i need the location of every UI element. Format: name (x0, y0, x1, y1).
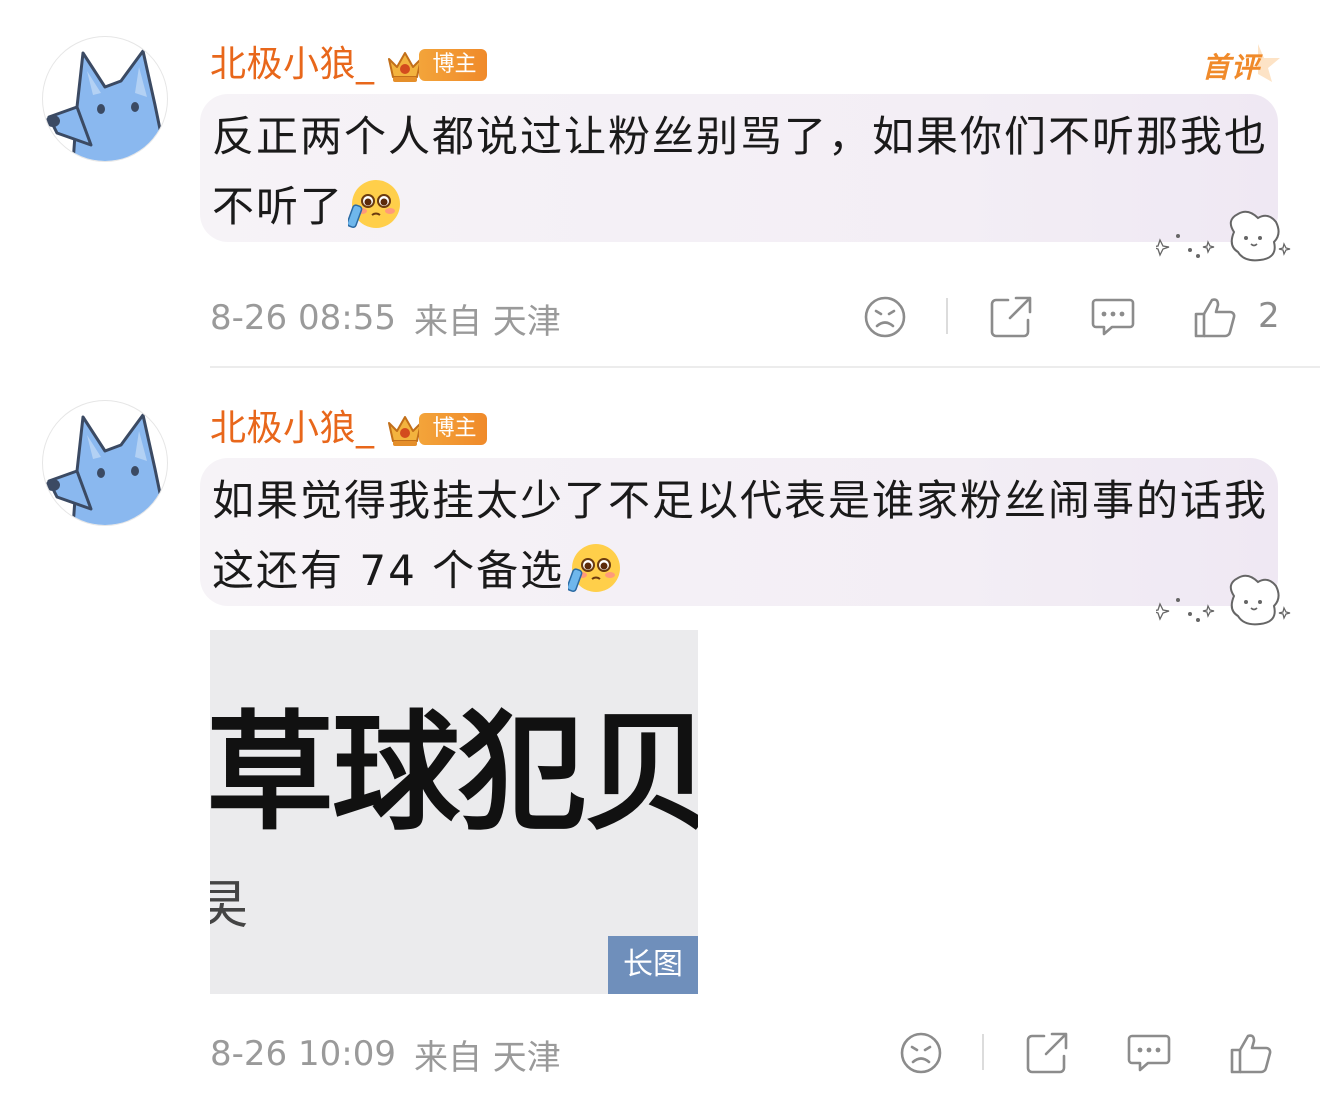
user-row: 北极小狼_ 博主 (210, 40, 487, 90)
username[interactable]: 北极小狼_ (210, 404, 375, 454)
user-row: 北极小狼_ 博主 (210, 404, 487, 454)
like-count: 2 (1258, 296, 1280, 336)
avatar[interactable] (42, 36, 168, 162)
timestamp: 8-26 08:55 (210, 298, 396, 338)
comment-text: 反正两个人都说过让粉丝别骂了，如果你们不听那我也不听了 (212, 102, 1272, 242)
action-divider (946, 298, 948, 334)
share-icon[interactable] (1024, 1030, 1070, 1076)
location: 来自 天津 (413, 1037, 561, 1078)
comment-bubble: 反正两个人都说过让粉丝别骂了，如果你们不听那我也不听了 (200, 94, 1291, 262)
like-thumb-icon[interactable] (1228, 1030, 1274, 1076)
comment-item: 北极小狼_ 博主 如果觉得我挂太少了不足以代表是谁家粉丝闹事的话我这还有 74 … (0, 368, 1320, 1102)
comment-list: 北极小狼_ 博主 首评 反正两个人都说过让粉丝别骂了，如果你们不听那我也不听了 (0, 0, 1320, 1102)
comment-item: 北极小狼_ 博主 首评 反正两个人都说过让粉丝别骂了，如果你们不听那我也不听了 (0, 0, 1320, 368)
comment-text-content: 如果觉得我挂太少了不足以代表是谁家粉丝闹事的话我这还有 74 个备选 (212, 476, 1269, 595)
badge-label: 博主 (418, 413, 487, 445)
action-divider (982, 1034, 984, 1070)
comment-actions (898, 1028, 1282, 1078)
comment-bubble: 如果觉得我挂太少了不足以代表是谁家粉丝闹事的话我这还有 74 个备选 (200, 458, 1291, 626)
share-icon[interactable] (988, 294, 1034, 340)
bear-sticker-icon (1156, 210, 1291, 262)
comment-icon[interactable] (1090, 294, 1136, 340)
first-comment-label: 首评 (1202, 51, 1261, 84)
comment-icon[interactable] (1126, 1030, 1172, 1076)
timestamp: 8-26 10:09 (210, 1034, 396, 1074)
image-caption-text: 草球犯贝 (210, 699, 698, 848)
bear-sticker-icon (1156, 574, 1291, 626)
comment-image[interactable]: 草球犯贝 旲 长图 (210, 630, 698, 994)
comment-meta: 8-26 10:09 来自 天津 (210, 1032, 561, 1078)
long-image-tag: 长图 (608, 936, 698, 994)
comment-actions: 2 (862, 292, 1282, 342)
comment-meta: 8-26 08:55 来自 天津 (210, 296, 561, 342)
image-secondary-text: 旲 (210, 876, 249, 936)
like-thumb-icon[interactable] (1192, 294, 1238, 340)
blogger-badge: 博主 (385, 45, 487, 85)
dislike-face-icon[interactable] (898, 1030, 944, 1076)
dislike-face-icon[interactable] (862, 294, 908, 340)
badge-label: 博主 (418, 49, 487, 81)
first-comment-tag: 首评 (1196, 40, 1286, 86)
location: 来自 天津 (413, 301, 561, 342)
avatar[interactable] (42, 400, 168, 526)
crying-pleading-emoji-icon (568, 544, 621, 592)
blogger-badge: 博主 (385, 409, 487, 449)
username[interactable]: 北极小狼_ (210, 40, 375, 90)
crying-pleading-emoji-icon (348, 180, 401, 228)
comment-text: 如果觉得我挂太少了不足以代表是谁家粉丝闹事的话我这还有 74 个备选 (212, 466, 1272, 606)
